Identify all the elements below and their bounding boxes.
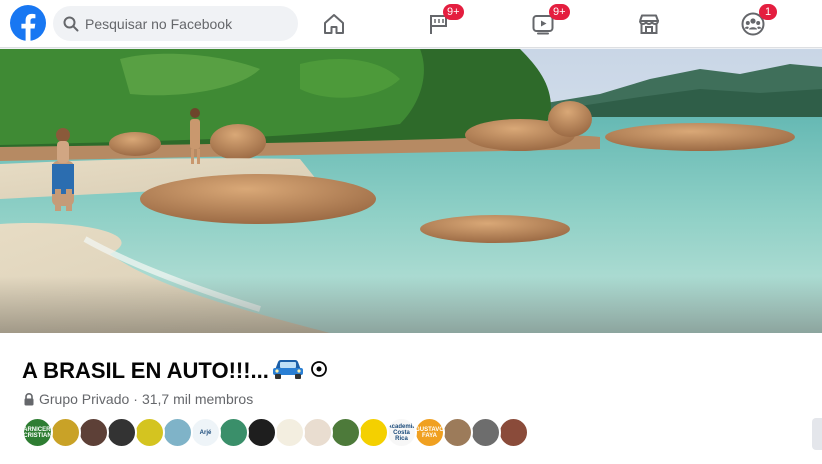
watch-notification-badge: 9+ bbox=[549, 4, 570, 20]
car-icon bbox=[272, 356, 304, 386]
top-navigation-bar: 9+ 9+ 1 bbox=[0, 0, 822, 48]
member-avatar[interactable] bbox=[498, 417, 529, 448]
member-avatar[interactable] bbox=[470, 417, 501, 448]
nav-groups[interactable]: 1 bbox=[723, 0, 783, 48]
member-avatar[interactable]: GUSTAVO FAYA bbox=[414, 417, 445, 448]
group-member-count[interactable]: 31,7 mil membros bbox=[142, 391, 253, 407]
member-avatar[interactable] bbox=[134, 417, 165, 448]
groups-notification-badge: 1 bbox=[759, 4, 777, 20]
member-avatar[interactable]: CARNICERIA CRISTIAN bbox=[22, 417, 53, 448]
group-name[interactable]: A BRASIL EN AUTO!!!... bbox=[22, 358, 269, 384]
member-avatar[interactable] bbox=[106, 417, 137, 448]
member-avatars: CARNICERIA CRISTIAN Arjé Academia Costa Ri… bbox=[22, 417, 529, 449]
facebook-logo[interactable] bbox=[10, 5, 46, 41]
member-avatar[interactable]: Academia Costa Rica bbox=[386, 417, 417, 448]
lock-icon bbox=[24, 392, 34, 405]
search-icon bbox=[63, 16, 79, 31]
member-avatar[interactable] bbox=[218, 417, 249, 448]
member-avatar[interactable] bbox=[162, 417, 193, 448]
nav-home[interactable] bbox=[304, 0, 364, 48]
member-avatar[interactable]: Arjé bbox=[190, 417, 221, 448]
meta-separator: · bbox=[133, 391, 138, 407]
nav-watch[interactable]: 9+ bbox=[513, 0, 573, 48]
marketplace-icon bbox=[639, 14, 660, 34]
home-icon bbox=[324, 14, 344, 34]
member-avatar[interactable] bbox=[330, 417, 361, 448]
member-avatar[interactable] bbox=[78, 417, 109, 448]
search-bar[interactable] bbox=[53, 6, 298, 41]
member-avatar[interactable] bbox=[302, 417, 333, 448]
member-avatar[interactable] bbox=[358, 417, 389, 448]
nav-marketplace[interactable] bbox=[619, 0, 679, 48]
member-avatar[interactable] bbox=[274, 417, 305, 448]
side-scroll-button[interactable] bbox=[812, 418, 822, 450]
group-privacy: Grupo Privado bbox=[39, 391, 130, 407]
group-title[interactable]: A BRASIL EN AUTO!!!... bbox=[22, 356, 328, 386]
nav-pages[interactable]: 9+ bbox=[409, 0, 469, 48]
search-input[interactable] bbox=[85, 15, 285, 32]
facebook-f-icon bbox=[21, 13, 36, 41]
member-avatar[interactable] bbox=[246, 417, 277, 448]
member-avatar[interactable] bbox=[442, 417, 473, 448]
target-icon bbox=[310, 358, 328, 384]
group-meta: Grupo Privado · 31,7 mil membros bbox=[23, 391, 253, 407]
member-avatar[interactable] bbox=[50, 417, 81, 448]
group-cover-photo[interactable] bbox=[0, 49, 822, 333]
pages-notification-badge: 9+ bbox=[443, 4, 464, 20]
